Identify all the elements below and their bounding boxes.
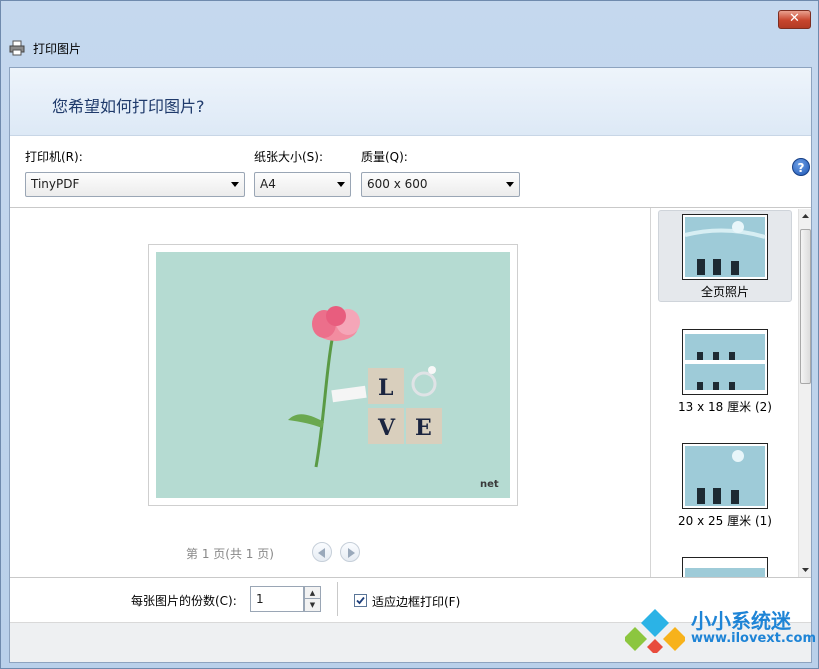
spin-down-icon[interactable]: ▼ [305,599,320,611]
layout-thumbnail [682,443,768,509]
page-indicator: 第 1 页(共 1 页) [186,547,274,561]
paper-size-select[interactable]: A4 [254,172,351,197]
chevron-down-icon [337,182,345,187]
close-button[interactable]: ✕ [778,10,811,29]
previous-page-button[interactable] [312,542,332,562]
scroll-up-button[interactable] [799,209,812,223]
brand-logo-icon [625,609,685,653]
dialog-body: 您希望如何打印图片? 打印机(R): TinyPDF 纸张大小(S): A4 质… [9,67,812,663]
title-bar: 打印图片 [9,35,81,61]
scroll-thumb[interactable] [800,229,811,384]
layout-scrollbar[interactable] [798,209,811,579]
printer-value: TinyPDF [31,177,80,191]
help-icon[interactable]: ? [792,158,810,176]
fit-frame-label: 适应边框打印(F) [372,595,461,609]
arrow-left-icon [318,548,325,558]
layout-thumbnail [682,214,768,280]
arrow-down-icon [802,568,809,572]
layout-item-full-page[interactable]: 全页照片 [658,210,792,302]
layout-item-13x18[interactable]: 13 x 18 厘米 (2) [658,326,792,418]
header-question: 您希望如何打印图片? [52,97,205,116]
printer-icon [9,40,25,56]
photo-watermark: net [480,479,499,490]
layout-item-partial[interactable] [658,554,792,578]
header-band: 您希望如何打印图片? [10,68,811,136]
print-pictures-window: ✕ 打印图片 您希望如何打印图片? 打印机(R): TinyPDF 纸张大小(S… [0,0,819,669]
spin-up-icon[interactable]: ▲ [305,587,320,599]
copies-label: 每张图片的份数(C): [131,594,237,608]
brand-name: 小小系统迷 [691,609,791,633]
fit-frame-checkbox[interactable] [354,594,367,607]
arrow-right-icon [348,548,355,558]
full-page-thumbnail-image [684,217,766,277]
scroll-down-button[interactable] [799,563,812,577]
layout-label: 20 x 25 厘米 (1) [678,514,772,528]
next-page-button[interactable] [340,542,360,562]
one-up-thumbnail-image [685,446,765,506]
photo-letter-e: E [415,415,432,441]
layout-list: 全页照片 13 x 18 厘米 (2) 20 x 25 厘米 (1) [650,208,811,578]
two-up-thumbnail-image [685,334,765,390]
partial-thumbnail-image [685,568,765,578]
copies-input[interactable]: 1 [250,586,304,612]
layout-label: 13 x 18 厘米 (2) [678,400,772,414]
window-title: 打印图片 [33,41,82,56]
quality-value: 600 x 600 [367,177,428,191]
layout-label: 全页照片 [700,285,749,299]
brand-url: www.ilovext.com [691,631,816,646]
flower-love-image [288,306,442,468]
arrow-up-icon [802,214,809,218]
chevron-down-icon [506,182,514,187]
layout-item-20x25[interactable]: 20 x 25 厘米 (1) [658,440,792,532]
photo-letter-l: L [378,375,394,401]
printer-label: 打印机(R): [25,150,83,164]
quality-select[interactable]: 600 x 600 [361,172,520,197]
photo-letter-v: V [378,415,396,441]
quality-label: 质量(Q): [361,150,408,164]
layout-thumbnail [682,329,768,395]
layout-thumbnail [682,557,768,578]
checkmark-icon [356,596,365,605]
printer-select[interactable]: TinyPDF [25,172,245,197]
preview-photo: L V E net [156,252,510,498]
copies-spinner[interactable]: ▲ ▼ [304,586,321,612]
divider [337,582,338,616]
chevron-down-icon [231,182,239,187]
paper-size-value: A4 [260,177,276,191]
paper-size-label: 纸张大小(S): [254,150,324,164]
